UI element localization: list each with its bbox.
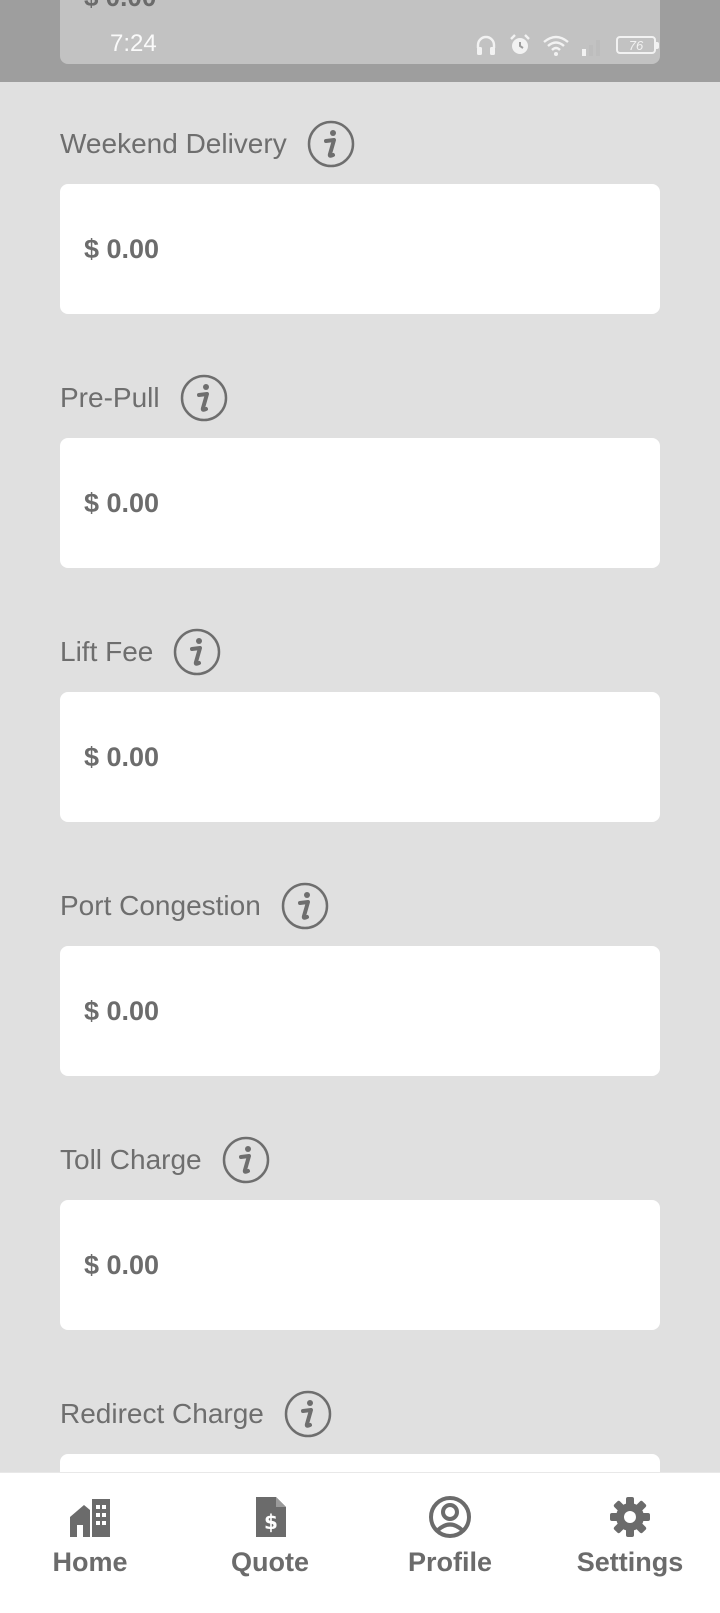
info-icon[interactable] (284, 1390, 332, 1438)
info-icon[interactable] (180, 374, 228, 422)
nav-label: Settings (576, 1547, 684, 1577)
info-icon[interactable] (307, 120, 355, 168)
field-label: Port Congestion (60, 890, 261, 921)
field-pre-pull: Pre-Pull $ 0.00 (60, 372, 660, 568)
nav-label: Home (52, 1547, 128, 1577)
input-value: $ 0.00 (84, 233, 160, 264)
toll-charge-input[interactable]: $ 0.00 (60, 1200, 660, 1330)
lift-fee-input[interactable]: $ 0.00 (60, 692, 660, 822)
bottom-nav: Home $ Quote Profile Settings (0, 1472, 720, 1613)
field-label: Pre-Pull (60, 382, 160, 413)
info-icon[interactable] (173, 628, 221, 676)
status-time: 7:24 (110, 30, 157, 57)
signal-icon (582, 40, 600, 56)
nav-label: Quote (231, 1547, 309, 1577)
field-label: Weekend Delivery (60, 128, 287, 159)
nav-home[interactable]: Home (0, 1473, 180, 1613)
field-label: Lift Fee (60, 636, 154, 667)
svg-text:$: $ (264, 1510, 278, 1534)
nav-profile[interactable]: Profile (360, 1473, 540, 1613)
field-label: Toll Charge (60, 1144, 202, 1175)
status-bar: $ 0.00 7:24 76 (0, 0, 720, 82)
input-value: $ 0.00 (84, 741, 160, 772)
profile-icon (429, 1496, 471, 1538)
field-port-congestion: Port Congestion $ 0.00 (60, 880, 660, 1076)
port-congestion-input[interactable]: $ 0.00 (60, 946, 660, 1076)
nav-label: Profile (407, 1547, 493, 1577)
info-icon[interactable] (222, 1136, 270, 1184)
gear-icon (610, 1497, 650, 1537)
alarm-icon (510, 34, 530, 54)
input-value: $ 0.00 (84, 487, 160, 518)
status-icons: 76 (474, 32, 659, 58)
previous-field-value: $ 0.00 (84, 0, 156, 13)
headphones-icon (476, 35, 496, 55)
wifi-icon (543, 35, 569, 56)
nav-settings[interactable]: Settings (540, 1473, 720, 1613)
home-icon (70, 1499, 110, 1537)
pre-pull-input[interactable]: $ 0.00 (60, 438, 660, 568)
field-weekend-delivery: Weekend Delivery $ 0.00 (60, 118, 660, 314)
field-label: Redirect Charge (60, 1398, 264, 1429)
quote-document-icon: $ (256, 1497, 286, 1537)
battery-icon: 76 (616, 36, 659, 54)
weekend-delivery-input[interactable]: $ 0.00 (60, 184, 660, 314)
field-lift-fee: Lift Fee $ 0.00 (60, 626, 660, 822)
field-toll-charge: Toll Charge $ 0.00 (60, 1134, 660, 1330)
input-value: $ 0.00 (84, 995, 160, 1026)
input-value: $ 0.00 (84, 1249, 160, 1280)
info-icon[interactable] (281, 882, 329, 930)
nav-quote[interactable]: $ Quote (180, 1473, 360, 1613)
